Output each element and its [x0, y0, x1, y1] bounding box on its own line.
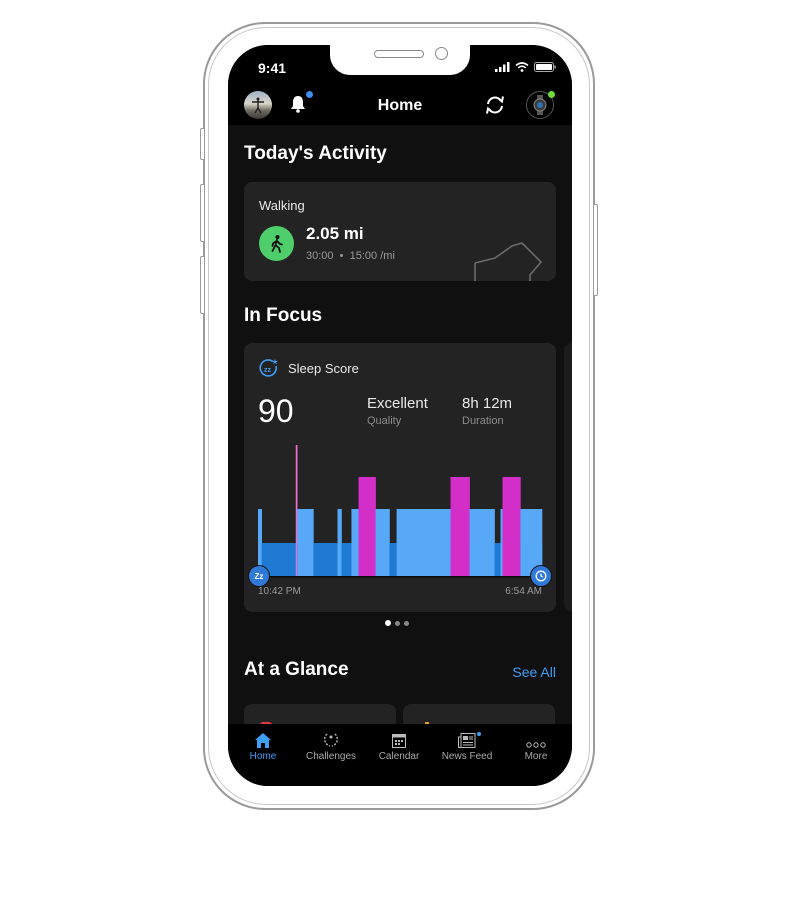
- tab-label: More: [524, 751, 548, 762]
- sync-button[interactable]: [484, 95, 506, 120]
- sleep-start-marker: Zz: [248, 565, 270, 587]
- sleep-segment-deep: [341, 543, 352, 576]
- tab-challenges[interactable]: Challenges: [297, 730, 365, 762]
- next-focus-card-peek[interactable]: [564, 343, 572, 612]
- tab-label: Challenges: [305, 751, 357, 762]
- tab-label: Home: [249, 751, 277, 762]
- carousel-pager[interactable]: [385, 620, 409, 626]
- status-icons: [495, 62, 556, 72]
- tab-bar: Home Challenges Calendar News Feed More: [228, 724, 572, 786]
- tab-label: Calendar: [378, 751, 420, 762]
- sleep-segment-light: [469, 509, 495, 576]
- sleep-segment-rem: [358, 477, 376, 576]
- sleep-segment-light: [396, 509, 451, 576]
- sleep-segment-light: [337, 509, 342, 576]
- battery-icon: [534, 62, 556, 72]
- app-screen: 9:41 Home Today's Activity Walking 2.05 …: [228, 45, 572, 786]
- tab-calendar[interactable]: Calendar: [365, 730, 433, 762]
- speaker: [374, 50, 424, 58]
- pager-dot-2[interactable]: [395, 620, 400, 626]
- wifi-icon: [515, 62, 529, 72]
- sleep-end-time: 6:54 AM: [505, 586, 542, 597]
- power-button: [594, 204, 598, 296]
- tab-news-feed[interactable]: News Feed: [433, 730, 501, 762]
- home-icon: [255, 733, 271, 748]
- laurel-icon: [324, 733, 338, 747]
- mute-switch: [200, 128, 204, 160]
- sleep-segment-light: [351, 509, 359, 576]
- tab-more[interactable]: More: [502, 730, 570, 762]
- sleep-start-time: 10:42 PM: [258, 586, 301, 597]
- front-camera: [435, 47, 448, 60]
- pager-dot-1[interactable]: [385, 620, 391, 626]
- news-icon: [458, 733, 476, 748]
- sleep-segment-rem: [450, 477, 470, 576]
- signal-icon: [495, 62, 510, 72]
- tab-label: News Feed: [441, 751, 493, 762]
- sleep-segment-light: [297, 509, 314, 576]
- in-focus-heading: In Focus: [244, 305, 323, 326]
- tab-home[interactable]: Home: [229, 730, 297, 762]
- news-feed-badge: [477, 732, 481, 736]
- chart-baseline: [258, 576, 542, 578]
- sleep-stages-chart: [258, 445, 543, 578]
- wake-alarm-marker: [530, 565, 552, 587]
- more-icon: [526, 742, 546, 748]
- calendar-icon: [392, 734, 406, 748]
- todays-activity-heading: Today's Activity: [244, 143, 387, 164]
- sleep-segment-light: [375, 509, 390, 576]
- at-a-glance-heading: At a Glance: [244, 659, 349, 680]
- volume-up-button: [200, 184, 204, 242]
- sync-icon: [486, 96, 504, 114]
- top-bar: 9:41 Home: [228, 45, 572, 125]
- device-connected-badge: [548, 91, 555, 98]
- watch-icon: [533, 95, 547, 115]
- volume-down-button: [200, 256, 204, 314]
- status-time: 9:41: [258, 60, 287, 76]
- page-title: Home: [377, 97, 423, 114]
- sleep-segment-light: [500, 509, 503, 576]
- pager-dot-3[interactable]: [404, 620, 409, 626]
- see-all-link[interactable]: See All: [512, 664, 556, 680]
- activity-card[interactable]: Walking 2.05 mi 30:00 • 15:00 /mi: [244, 182, 556, 281]
- sleep-segment-deep: [389, 543, 397, 576]
- route-map: [474, 242, 543, 281]
- sleep-score-card[interactable]: zz Sleep Score 90 Excellent Quality 8h 1…: [244, 343, 556, 612]
- alarm-clock-icon: [535, 570, 547, 582]
- sleep-segment-rem: [502, 477, 521, 576]
- sleep-segment-deep: [494, 543, 501, 576]
- sleep-segment-deep: [313, 543, 338, 576]
